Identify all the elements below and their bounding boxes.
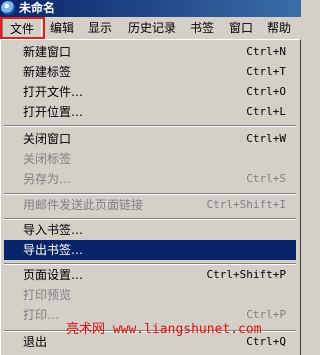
menu-item-label: 另存为…	[23, 172, 72, 186]
menu-item-shortcut: Ctrl+O	[246, 85, 286, 98]
menu-item-shortcut: Ctrl+Shift+I	[206, 198, 286, 211]
menu-item-label: 新建窗口	[23, 45, 72, 59]
menu-item-new-tab[interactable]: 新建标签 Ctrl+T	[23, 62, 294, 82]
menu-item-shortcut: Ctrl+W	[246, 132, 286, 145]
menu-item-print-preview: 打印预览	[23, 285, 294, 305]
menu-item-close-tab: 关闭标签	[23, 149, 294, 169]
title-bar: 未命名	[0, 0, 301, 17]
menu-help[interactable]: 帮助	[263, 18, 295, 38]
menu-item-open-file[interactable]: 打开文件… Ctrl+O	[23, 82, 294, 102]
menu-item-page-setup[interactable]: 页面设置… Ctrl+Shift+P	[23, 265, 294, 285]
menu-item-save-as: 另存为… Ctrl+S	[23, 169, 294, 189]
menu-item-send-link: 用邮件发送此页面链接 Ctrl+Shift+I	[23, 195, 294, 215]
file-menu-highlight-box	[0, 17, 45, 39]
menu-item-import-bookmarks[interactable]: 导入书签…	[23, 220, 294, 240]
menu-item-shortcut: Ctrl+S	[246, 172, 286, 185]
menu-bar: 文件 编辑 显示 历史记录 书签 窗口 帮助	[0, 17, 301, 40]
menu-item-shortcut: Ctrl+Shift+P	[206, 268, 286, 281]
app-icon	[1, 1, 15, 15]
menu-item-label: 打开位置…	[23, 105, 84, 119]
menu-item-open-location[interactable]: 打开位置… Ctrl+L	[23, 102, 294, 122]
file-dropdown-menu: 新建窗口 Ctrl+N 新建标签 Ctrl+T 打开文件… Ctrl+O 打开位…	[0, 39, 301, 355]
menu-separator	[4, 125, 296, 127]
menu-item-export-bookmarks[interactable]: 导出书签…	[4, 240, 296, 260]
menu-item-new-window[interactable]: 新建窗口 Ctrl+N	[23, 42, 294, 62]
menu-item-shortcut: Ctrl+N	[246, 45, 286, 58]
menu-item-label: 用邮件发送此页面链接	[23, 198, 144, 212]
menu-item-shortcut: Ctrl+T	[246, 65, 286, 78]
window-title: 未命名	[19, 1, 56, 15]
menu-item-label: 页面设置…	[23, 268, 84, 282]
menu-window[interactable]: 窗口	[226, 18, 256, 38]
menu-item-label: 打印…	[23, 308, 60, 322]
menu-history[interactable]: 历史记录	[124, 18, 180, 38]
menu-item-label: 退出	[23, 335, 48, 349]
menu-item-close-window[interactable]: 关闭窗口 Ctrl+W	[23, 129, 294, 149]
menu-item-label: 新建标签	[23, 65, 72, 79]
menu-item-label: 打印预览	[23, 288, 72, 302]
menu-item-label: 导入书签…	[23, 223, 84, 237]
menu-item-shortcut: Ctrl+L	[246, 105, 286, 118]
menu-item-label: 导出书签…	[23, 243, 84, 257]
menu-item-label: 关闭标签	[23, 152, 72, 166]
menu-edit[interactable]: 编辑	[47, 18, 77, 38]
menu-view[interactable]: 显示	[85, 18, 115, 38]
menu-item-label: 打开文件…	[23, 85, 84, 99]
site-watermark: 亮术网 www.liangshunet.com	[66, 322, 262, 337]
menu-item-label: 关闭窗口	[23, 132, 72, 146]
menu-bookmarks[interactable]: 书签	[187, 18, 217, 38]
